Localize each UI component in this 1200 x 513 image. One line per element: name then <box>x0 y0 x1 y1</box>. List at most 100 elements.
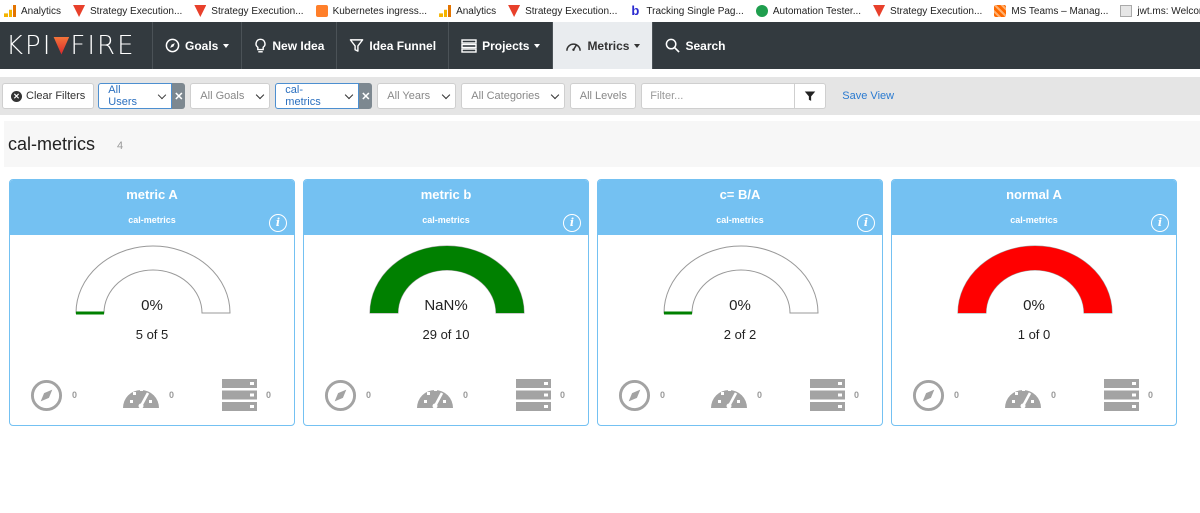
gauge: 0% 1 of 0 <box>892 235 1176 355</box>
info-icon[interactable]: i <box>1151 214 1169 232</box>
jwt-icon <box>1120 5 1133 17</box>
card-metrics-count[interactable]: 0 <box>710 380 762 410</box>
nav-projects-label: Projects <box>482 38 530 53</box>
goals-count: 0 <box>366 390 372 400</box>
users-select[interactable]: All Users <box>98 83 173 109</box>
automation-icon <box>755 5 768 17</box>
kpifire-icon <box>194 5 207 17</box>
bookmark-analytics-2[interactable]: Analytics <box>435 0 500 22</box>
projects-icon <box>222 379 258 411</box>
card-title[interactable]: metric b <box>304 180 588 202</box>
kubernetes-icon <box>315 5 328 17</box>
projects-icon <box>1104 379 1140 411</box>
goals-select[interactable]: All Goals <box>190 83 271 109</box>
analytics-icon <box>439 5 452 17</box>
nav-goals[interactable]: Goals <box>153 22 243 69</box>
projects-icon <box>810 379 846 411</box>
gauge-icon <box>123 388 160 409</box>
goals-count: 0 <box>72 390 78 400</box>
card-goals-count[interactable]: 0 <box>324 379 371 412</box>
gauge-progress-text: 2 of 2 <box>723 327 757 342</box>
projects-count: 0 <box>854 390 860 400</box>
funnel-icon <box>805 91 816 101</box>
filter-bar: ✕ Clear Filters All Users ✕ All Goals ca… <box>0 77 1200 115</box>
card-metrics-count[interactable]: 0 <box>1004 380 1056 410</box>
metric-cards: metric A cal-metrics i 0% 5 of 5 0 0 0 m… <box>0 167 1200 426</box>
metrics-count: 0 <box>757 390 763 400</box>
card-title[interactable]: normal A <box>892 180 1176 202</box>
card-projects-count[interactable]: 0 <box>1104 379 1153 411</box>
metrics-count: 0 <box>463 390 469 400</box>
gauge-icon <box>1005 388 1042 409</box>
nav-search[interactable]: Search <box>653 22 737 69</box>
gauge-percent: 0% <box>141 297 163 314</box>
levels-select[interactable]: All Levels <box>570 83 637 109</box>
nav-new-idea[interactable]: New Idea <box>242 22 338 69</box>
years-select[interactable]: All Years <box>377 83 457 109</box>
card-projects-count[interactable]: 0 <box>810 379 859 411</box>
card-group-label: cal-metrics <box>422 215 470 225</box>
metric-card[interactable]: metric A cal-metrics i 0% 5 of 5 0 0 0 <box>9 179 295 426</box>
bookmark-strategy-3[interactable]: Strategy Execution... <box>504 0 621 22</box>
clear-filters-button[interactable]: ✕ Clear Filters <box>2 83 95 109</box>
bookmark-label: Strategy Execution... <box>90 5 183 17</box>
card-goals-count[interactable]: 0 <box>912 379 959 412</box>
bookmark-strategy-4[interactable]: Strategy Execution... <box>869 0 986 22</box>
bookmark-label: Analytics <box>21 5 62 17</box>
bookmark-automation[interactable]: Automation Tester... <box>752 0 865 22</box>
top-navigation: KPI FIRE Goals New Idea Idea Funnel Proje… <box>0 22 1200 69</box>
projects-icon <box>461 38 477 53</box>
card-footer: 0 0 0 <box>598 378 882 412</box>
nav-metrics[interactable]: Metrics <box>553 22 654 69</box>
bookmark-msteams[interactable]: MS Teams – Manag... <box>990 0 1112 22</box>
compass-icon <box>912 379 945 411</box>
card-metrics-count[interactable]: 0 <box>122 380 174 410</box>
goals-count: 0 <box>954 390 960 400</box>
bookmark-analytics-1[interactable]: Analytics <box>0 0 65 22</box>
info-icon[interactable]: i <box>269 214 287 232</box>
nav-idea-funnel[interactable]: Idea Funnel <box>337 22 450 69</box>
msteams-icon <box>994 5 1007 17</box>
projects-count: 0 <box>560 390 566 400</box>
compass-icon <box>165 38 180 53</box>
card-goals-count[interactable]: 0 <box>30 379 77 412</box>
nav-projects[interactable]: Projects <box>449 22 554 69</box>
search-icon <box>666 38 681 53</box>
card-goals-count[interactable]: 0 <box>618 379 665 412</box>
filter-apply-button[interactable] <box>795 83 827 109</box>
gauge-progress-text: 29 of 10 <box>422 327 470 342</box>
chevron-down-icon <box>442 90 451 99</box>
bookmark-label: Analytics <box>456 5 497 17</box>
bookmark-strategy-1[interactable]: Strategy Execution... <box>69 0 186 22</box>
bookmark-jwt[interactable]: jwt.ms: Welcome! <box>1116 0 1200 22</box>
bookmark-kubernetes[interactable]: Kubernetes ingress... <box>312 0 432 22</box>
compass-icon <box>618 379 651 411</box>
info-icon[interactable]: i <box>563 214 581 232</box>
analytics-icon <box>4 5 16 17</box>
metric-card[interactable]: normal A cal-metrics i 0% 1 of 0 0 0 0 <box>891 179 1177 426</box>
bookmarks-bar: Analytics Strategy Execution... Strategy… <box>0 0 1200 22</box>
filter-text-input[interactable] <box>641 83 796 109</box>
metric-card[interactable]: metric b cal-metrics i NaN% 29 of 10 0 0 <box>303 179 589 426</box>
goals-count: 0 <box>660 390 666 400</box>
bookmark-strategy-2[interactable]: Strategy Execution... <box>190 0 307 22</box>
card-title[interactable]: metric A <box>10 180 294 202</box>
save-view-link[interactable]: Save View <box>842 90 894 102</box>
kpifire-logo[interactable]: KPI FIRE <box>0 22 153 69</box>
card-title[interactable]: c= B/A <box>598 180 882 202</box>
card-metrics-count[interactable]: 0 <box>416 380 468 410</box>
chevron-down-icon <box>223 43 230 48</box>
gauge-percent: 0% <box>729 297 751 314</box>
metric-group-clear-button[interactable]: ✕ <box>359 83 373 109</box>
users-clear-button[interactable]: ✕ <box>172 83 186 109</box>
metric-count: 4 <box>117 140 124 152</box>
categories-select[interactable]: All Categories <box>461 83 566 109</box>
bookmark-tracking[interactable]: b Tracking Single Pag... <box>625 0 747 22</box>
info-icon[interactable]: i <box>857 214 875 232</box>
metric-card[interactable]: c= B/A cal-metrics i 0% 2 of 2 0 0 0 <box>597 179 883 426</box>
metric-group-select[interactable]: cal-metrics <box>275 83 360 109</box>
card-projects-count[interactable]: 0 <box>222 379 271 411</box>
page-title: cal-metrics <box>8 133 96 154</box>
card-projects-count[interactable]: 0 <box>516 379 565 411</box>
chevron-down-icon <box>158 90 167 99</box>
